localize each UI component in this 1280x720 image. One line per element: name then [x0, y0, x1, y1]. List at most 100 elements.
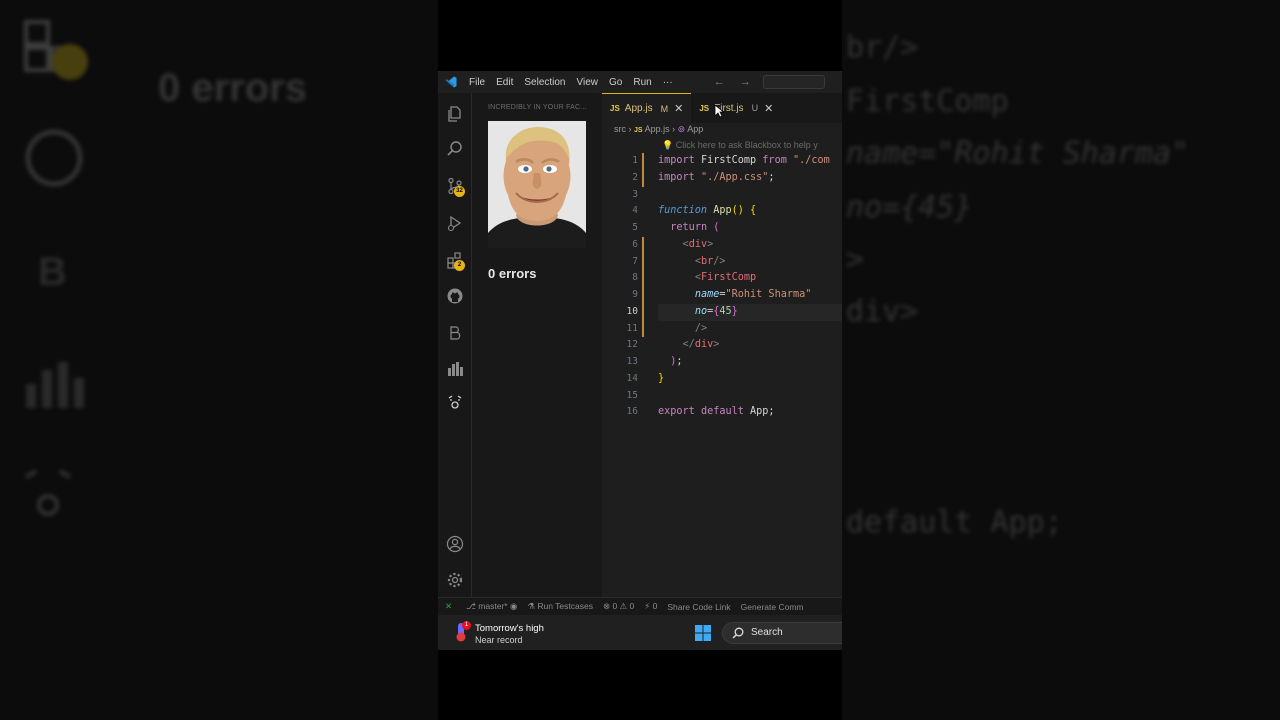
code-text: <br/> [694, 255, 726, 267]
search-icon [732, 627, 744, 639]
code-text: <FirstComp [694, 272, 757, 284]
code-line: 15 [602, 388, 842, 405]
run-testcases-label: Run Testcases [537, 601, 593, 611]
code-text: </div> [682, 339, 720, 351]
tab-app-js[interactable]: JS App.js M ✕ [602, 93, 692, 123]
settings-gear-icon[interactable] [446, 571, 464, 589]
menu-selection[interactable]: Selection [524, 77, 565, 88]
remote-icon[interactable]: ✕ [445, 601, 452, 612]
hint-text: Click here to ask Blackbox to help y [675, 140, 818, 150]
breadcrumb-symbol[interactable]: App [687, 124, 703, 134]
source-control-badge: 32 [454, 186, 465, 197]
tab-first-js[interactable]: JS First.js U ✕ [691, 93, 781, 123]
generate-commit-button[interactable]: Generate Comm [741, 602, 804, 612]
taskbar-search[interactable]: Search [722, 622, 842, 644]
line-number: 2 [632, 171, 638, 183]
code-text: <div> [682, 238, 714, 250]
line-number: 1 [632, 155, 638, 166]
activity-bar: 32 2 [438, 93, 472, 597]
eye-icon: ◉ [509, 601, 518, 611]
code-line: 1 import FirstComp from "./com [602, 153, 842, 170]
code-text: function App() { [658, 205, 757, 217]
errors-count: 0 errors [488, 266, 537, 281]
branch-name: master* [478, 601, 508, 611]
line-number: 4 [632, 205, 638, 217]
modified-gutter-mark [642, 287, 644, 304]
modified-gutter-mark [642, 153, 644, 170]
ports-indicator[interactable]: ⚡ 0 [644, 601, 657, 612]
modified-gutter-mark [642, 303, 644, 321]
modified-gutter-mark [642, 253, 644, 271]
blackbox-hint[interactable]: 💡 Click here to ask Blackbox to help y [662, 140, 818, 151]
face-extension-icon[interactable] [446, 393, 464, 411]
line-number: 13 [626, 356, 638, 367]
charts-icon[interactable] [446, 360, 464, 378]
line-number: 15 [626, 389, 638, 401]
line-number: 3 [632, 188, 638, 200]
code-line: 3 [602, 187, 842, 204]
code-line: 11 /> [602, 320, 842, 338]
explorer-icon[interactable] [446, 105, 464, 123]
modified-gutter-mark [642, 320, 644, 338]
code-text: export default App; [658, 406, 775, 418]
blurred-code-line: no={45} [846, 190, 973, 225]
blackbox-icon[interactable] [446, 324, 464, 342]
status-bar: ✕ ⎇ master* ◉ ⚗ Run Testcases ⊗ 0 ⚠ 0 ⚡ … [438, 597, 842, 615]
nav-arrows[interactable]: ← → [714, 76, 757, 88]
menu-go[interactable]: Go [609, 77, 622, 88]
weather-title[interactable]: Tomorrow's high [475, 623, 544, 634]
windows-start-icon[interactable] [695, 625, 711, 641]
lightbulb-icon: 💡 [662, 140, 674, 150]
menu-file[interactable]: File [469, 77, 485, 88]
account-icon[interactable] [446, 535, 464, 553]
run-testcases-button[interactable]: ⚗ Run Testcases [527, 601, 593, 612]
modified-indicator: M [660, 103, 669, 114]
panel-title: INCREDIBLY IN YOUR FAC... [488, 104, 587, 111]
problems-indicator[interactable]: ⊗ 0 ⚠ 0 [603, 601, 634, 612]
incredible-face-image [488, 121, 586, 248]
code-text: } [658, 372, 665, 384]
line-number: 10 [626, 305, 638, 317]
line-number: 14 [626, 372, 638, 384]
code-line: 5 return ( [602, 220, 842, 237]
chevron-right-icon: › [628, 124, 632, 134]
search-icon[interactable] [446, 140, 464, 158]
modified-gutter-mark [642, 169, 644, 187]
blurred-code-line: FirstComp [846, 84, 1009, 119]
breadcrumb-folder[interactable]: src [614, 124, 626, 134]
mouse-cursor-icon [714, 104, 724, 118]
branch-indicator[interactable]: ⎇ master* ◉ [466, 601, 517, 612]
close-tab-icon[interactable]: ✕ [764, 102, 773, 115]
code-editor[interactable]: 1 import FirstComp from "./com 2 import ".… [602, 153, 842, 421]
code-text: return ( [670, 222, 720, 233]
close-tab-icon[interactable]: ✕ [674, 102, 683, 115]
beaker-icon: ⚗ [527, 601, 538, 611]
menu-more[interactable]: ··· [663, 77, 673, 88]
blurred-chart-icon [26, 362, 84, 408]
run-debug-icon[interactable] [446, 214, 464, 232]
menu-run[interactable]: Run [633, 77, 651, 88]
search-label: Search [751, 627, 783, 638]
blurred-code-line: > [846, 242, 865, 277]
blurred-errors-text: 0 errors [158, 66, 307, 110]
branch-icon: ⎇ [466, 601, 479, 611]
blurred-b-icon: B [38, 250, 67, 294]
breadcrumb-file[interactable]: App.js [645, 124, 670, 134]
code-line: 4 function App() { [602, 203, 842, 220]
line-number: 16 [626, 406, 638, 418]
github-icon[interactable] [446, 287, 464, 305]
code-line: 8 <FirstComp [602, 270, 842, 287]
line-number: 8 [632, 272, 638, 284]
menu-edit[interactable]: Edit [496, 77, 513, 88]
side-panel: INCREDIBLY IN YOUR FAC... 0 errors [472, 93, 602, 597]
js-file-icon: JS [634, 127, 643, 134]
code-line: 2 import "./App.css"; [602, 169, 842, 187]
js-file-icon: JS [699, 103, 710, 113]
menu-view[interactable]: View [577, 77, 599, 88]
command-center[interactable] [762, 75, 825, 89]
untracked-indicator: U [751, 103, 759, 113]
line-number: 12 [626, 339, 638, 351]
share-code-link-button[interactable]: Share Code Link [667, 602, 730, 612]
line-number: 6 [632, 238, 638, 250]
vscode-logo-icon [445, 76, 457, 88]
